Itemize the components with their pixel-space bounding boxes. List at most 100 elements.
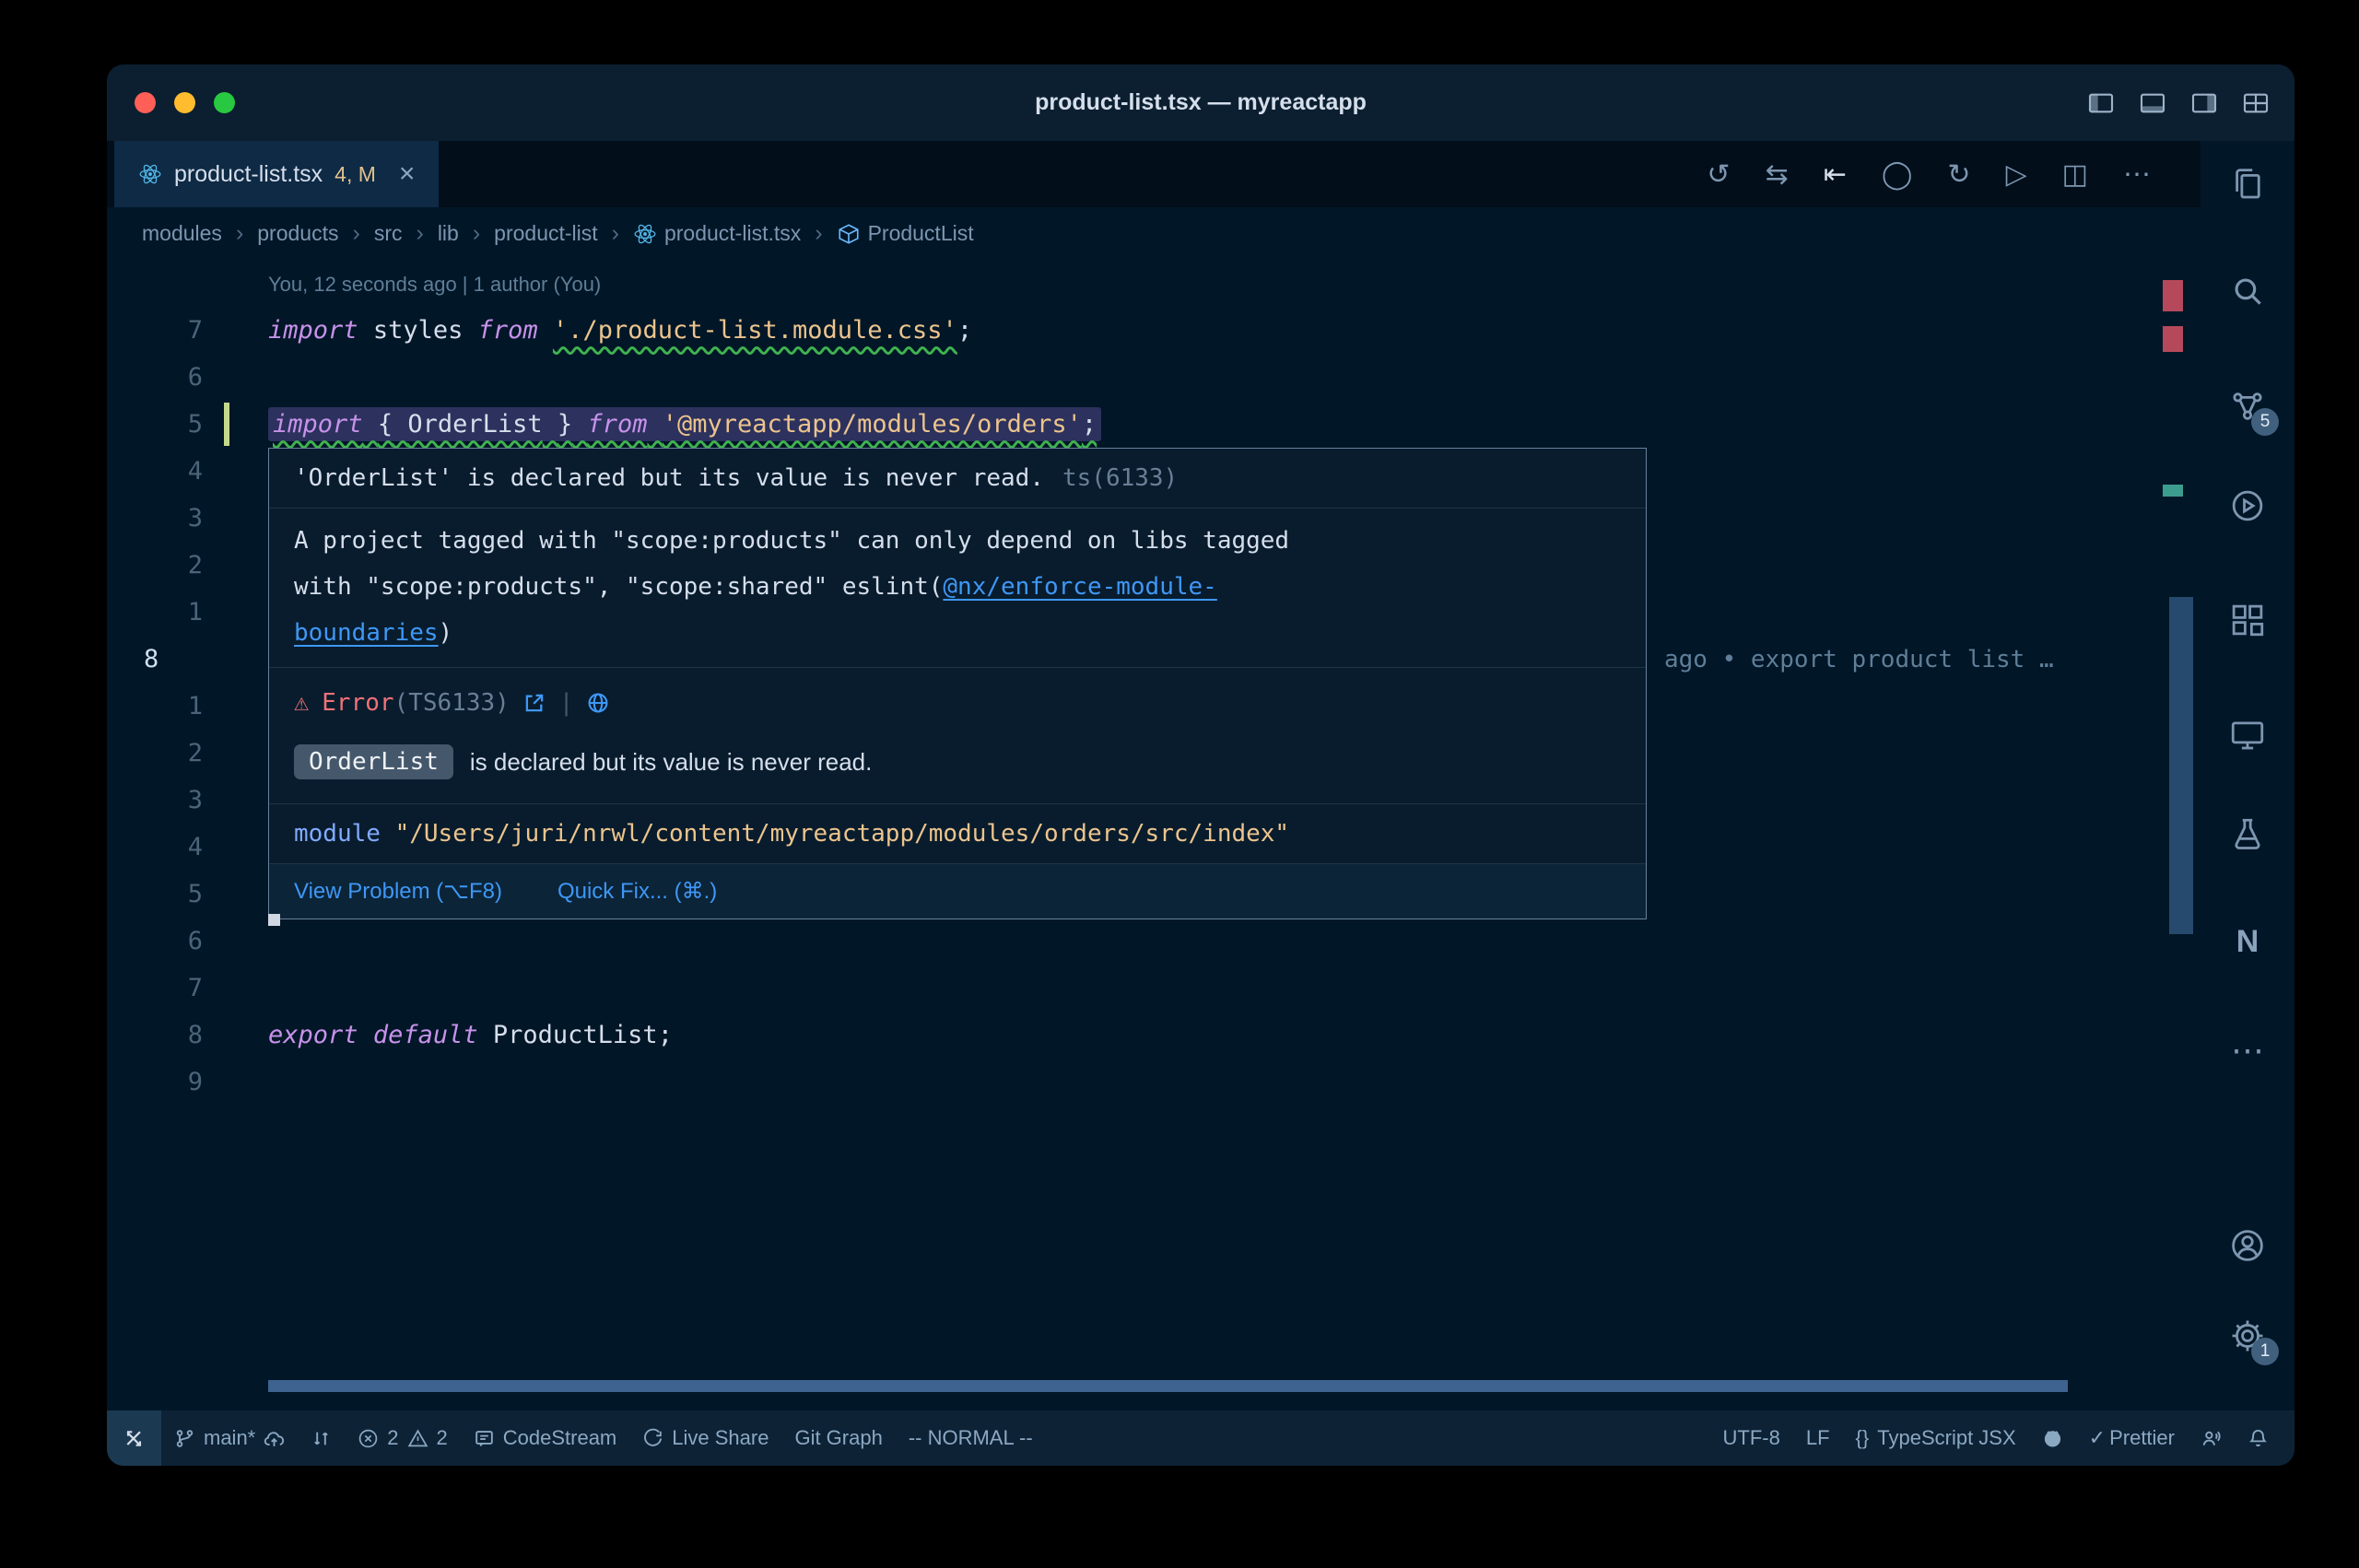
line-number-current[interactable]: 8	[107, 645, 217, 673]
line-number[interactable]: 4	[107, 457, 217, 486]
extensions-icon[interactable]	[2227, 600, 2268, 640]
back-icon[interactable]: ⇤	[1824, 158, 1847, 191]
publish-cloud-icon[interactable]	[264, 1428, 285, 1449]
chevron-right-icon: ›	[473, 220, 480, 247]
line-number[interactable]: 8	[107, 1021, 217, 1049]
nx-console-icon[interactable]: N	[2227, 921, 2268, 962]
remote-explorer-icon[interactable]	[2227, 715, 2268, 755]
layout-sidebar-right-icon[interactable]	[2189, 88, 2219, 118]
additional-views-icon[interactable]: ⋯	[2227, 1030, 2268, 1071]
vertical-scrollbar[interactable]	[2169, 597, 2193, 934]
symbol-cube-icon	[837, 222, 861, 246]
run-icon[interactable]: ▷	[2006, 158, 2027, 191]
more-actions-icon[interactable]: ⋯	[2123, 158, 2151, 191]
timeline-icon[interactable]: ↺	[1707, 158, 1730, 191]
keyword-default: default	[373, 1021, 478, 1049]
hover-eslint-section: A project tagged with "scope:products" c…	[269, 508, 1646, 667]
separator-pipe: |	[559, 689, 574, 717]
git-graph-status[interactable]: Git Graph	[781, 1410, 895, 1466]
line-number[interactable]: 6	[107, 363, 217, 392]
open-external-icon[interactable]	[522, 691, 546, 715]
titlebar: product-list.tsx — myreactapp	[107, 64, 2294, 141]
search-icon[interactable]	[2227, 271, 2268, 311]
accounts-icon[interactable]	[2227, 1225, 2268, 1266]
settings-gear-icon[interactable]: 1	[2227, 1316, 2268, 1356]
line-number[interactable]: 7	[107, 974, 217, 1002]
live-share-status[interactable]: Live Share	[629, 1410, 781, 1466]
line-number[interactable]: 5	[107, 410, 217, 439]
breadcrumb-src[interactable]: src	[374, 221, 403, 246]
breadcrumb: modules › products › src › lib › product…	[107, 207, 2201, 260]
codestream-label: CodeStream	[503, 1426, 617, 1450]
line-number[interactable]: 1	[107, 692, 217, 720]
hover-module-section: module "/Users/juri/nrwl/content/myreact…	[269, 803, 1646, 863]
nav-forward-icon[interactable]: ↻	[1947, 158, 1970, 191]
layout-sidebar-left-icon[interactable]	[2086, 88, 2116, 118]
explorer-icon[interactable]	[2227, 164, 2268, 205]
language-mode-status[interactable]: {} TypeScript JSX	[1843, 1410, 2029, 1466]
line-number[interactable]: 4	[107, 833, 217, 861]
hover-actions-bar: View Problem (⌥F8) Quick Fix... (⌘.)	[269, 863, 1646, 919]
tab-product-list[interactable]: product-list.tsx 4, M ×	[114, 141, 439, 207]
code-line-export[interactable]: export default ProductList;	[217, 1021, 2201, 1049]
breadcrumb-lib[interactable]: lib	[438, 221, 459, 246]
popup-resize-handle[interactable]	[268, 914, 280, 926]
gutter-change-indicator	[224, 403, 229, 446]
breadcrumb-file[interactable]: product-list.tsx	[633, 221, 801, 246]
breadcrumb-symbol[interactable]: ProductList	[837, 221, 974, 246]
compare-branches-button[interactable]	[298, 1410, 345, 1466]
line-number[interactable]: 9	[107, 1068, 217, 1096]
line-number[interactable]: 3	[107, 786, 217, 814]
code-editor[interactable]: You, 12 seconds ago | 1 author (You) 7 i…	[107, 260, 2201, 1410]
line-number[interactable]: 2	[107, 739, 217, 767]
code-line-import-styles[interactable]: import styles from './product-list.modul…	[217, 316, 2201, 345]
feedback-status[interactable]	[2188, 1410, 2235, 1466]
sync-arrows-icon	[311, 1428, 332, 1449]
line-number[interactable]: 6	[107, 927, 217, 955]
breadcrumb-products[interactable]: products	[257, 221, 338, 246]
nav-circle-icon[interactable]: ◯	[1882, 158, 1913, 191]
layout-grid-icon[interactable]	[2241, 88, 2271, 118]
quick-fix-button[interactable]: Quick Fix... (⌘.)	[557, 878, 717, 905]
line-number[interactable]: 7	[107, 316, 217, 345]
split-editor-icon[interactable]: ◫	[2062, 158, 2088, 191]
run-debug-icon[interactable]	[2227, 486, 2268, 526]
eslint-rule-link[interactable]: boundaries	[294, 619, 439, 647]
keyword-import: import	[268, 316, 358, 345]
problems-status[interactable]: 2 2	[345, 1410, 461, 1466]
editor-actions: ↺ ⇆ ⇤ ◯ ↻ ▷ ◫ ⋯	[1707, 141, 2201, 207]
eol-status[interactable]: LF	[1793, 1410, 1843, 1466]
horizontal-scrollbar[interactable]	[268, 1380, 2068, 1392]
warning-triangle-icon	[407, 1428, 428, 1449]
breadcrumb-modules[interactable]: modules	[142, 221, 222, 246]
breadcrumb-product-list[interactable]: product-list	[494, 221, 597, 246]
keyword-from: from	[587, 410, 647, 439]
line-number[interactable]: 2	[107, 551, 217, 579]
github-status[interactable]	[2029, 1410, 2076, 1466]
line-number[interactable]: 3	[107, 504, 217, 532]
view-problem-button[interactable]: View Problem (⌥F8)	[294, 878, 502, 905]
codestream-status[interactable]: CodeStream	[461, 1410, 630, 1466]
eslint-rule-link[interactable]: @nx/enforce-module-	[943, 573, 1216, 601]
error-count: 2	[387, 1426, 398, 1450]
encoding-status[interactable]: UTF-8	[1710, 1410, 1793, 1466]
line-number[interactable]: 1	[107, 598, 217, 626]
tab-close-icon[interactable]: ×	[399, 160, 416, 188]
notifications-bell[interactable]	[2235, 1410, 2282, 1466]
layout-panel-icon[interactable]	[2138, 88, 2167, 118]
identifier-orderlist: OrderList	[407, 410, 542, 439]
testing-icon[interactable]	[2227, 814, 2268, 855]
vim-mode-indicator[interactable]: -- NORMAL --	[896, 1410, 1046, 1466]
source-control-icon[interactable]: 5	[2227, 386, 2268, 427]
line-number[interactable]: 5	[107, 880, 217, 908]
selection-highlight: import { OrderList } from '@myreactapp/m…	[268, 407, 1101, 441]
remote-indicator[interactable]	[107, 1410, 161, 1466]
blame-codelens[interactable]: You, 12 seconds ago | 1 author (You)	[268, 273, 601, 296]
settings-badge: 1	[2251, 1338, 2279, 1365]
vscode-window: product-list.tsx — myreactapp product-li…	[107, 64, 2294, 1466]
git-branch-status[interactable]: main*	[161, 1410, 298, 1466]
globe-icon[interactable]	[586, 691, 610, 715]
git-compare-icon[interactable]: ⇆	[1766, 158, 1789, 191]
code-line-import-orderlist[interactable]: import { OrderList } from '@myreactapp/m…	[217, 410, 2201, 439]
prettier-status[interactable]: ✓ Prettier	[2076, 1410, 2188, 1466]
